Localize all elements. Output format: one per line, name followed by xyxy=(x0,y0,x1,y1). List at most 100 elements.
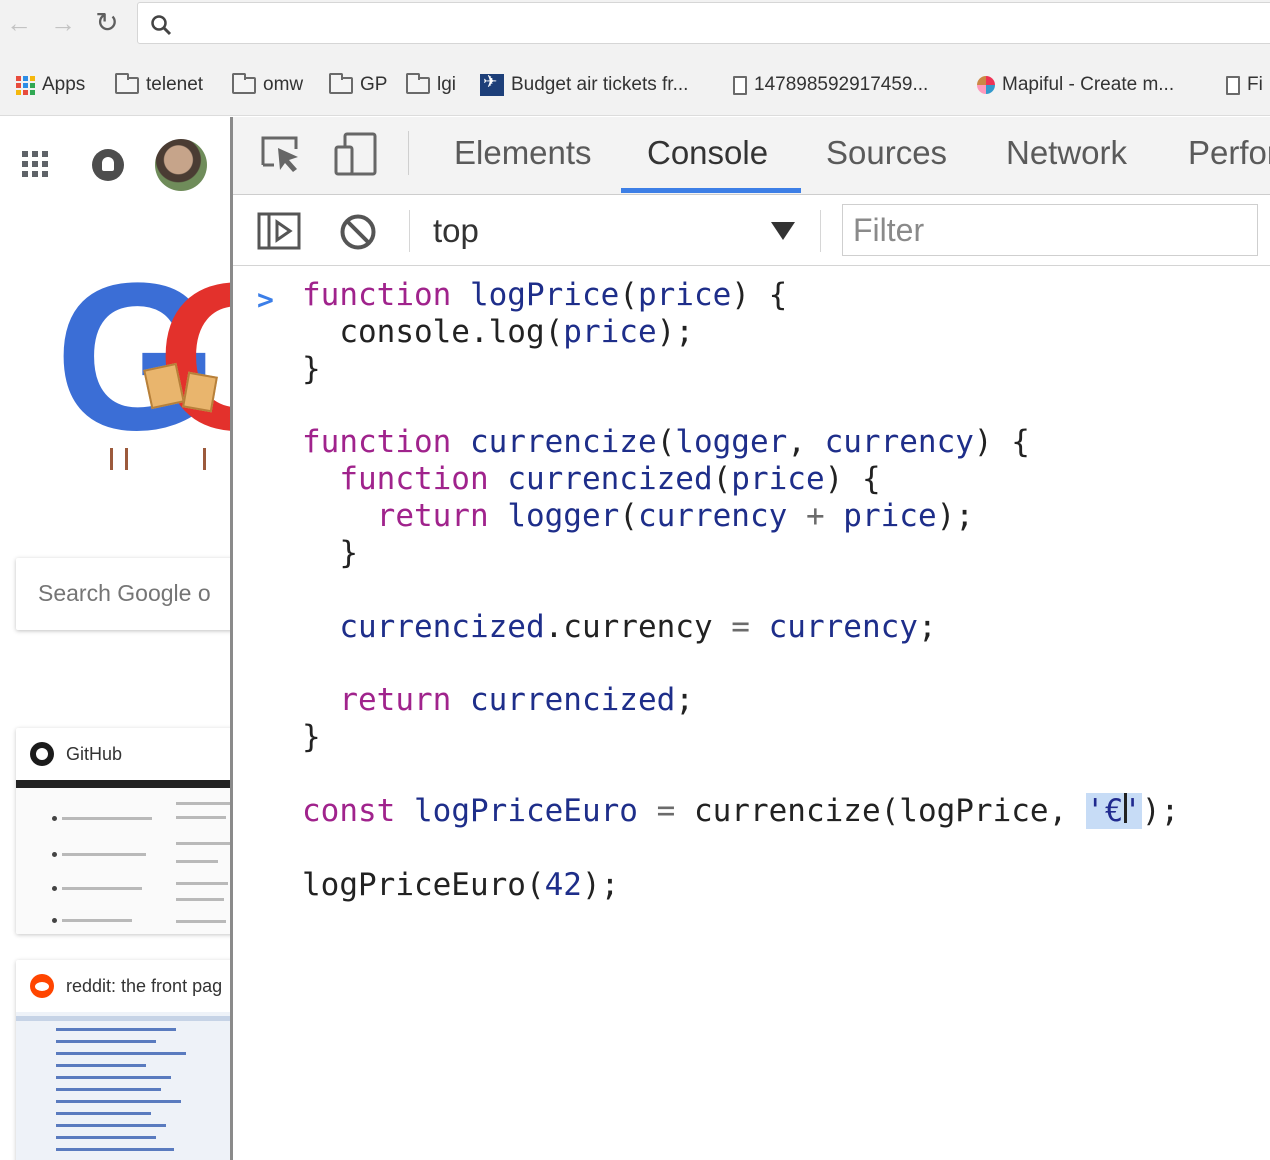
text-cursor xyxy=(1124,793,1127,823)
bookmark-label: Budget air tickets fr... xyxy=(511,74,689,95)
code-token: currency xyxy=(824,424,974,460)
bookmark-fi[interactable]: Fi xyxy=(1226,73,1263,97)
github-icon xyxy=(30,742,54,766)
code-line: } xyxy=(302,535,358,571)
console-filter-input[interactable] xyxy=(842,204,1258,256)
bookmark-label: GP xyxy=(360,74,388,95)
code-line: } xyxy=(302,351,321,387)
code-token: ( xyxy=(656,424,676,460)
code-line: function logPrice(price) { xyxy=(302,277,787,313)
bookmark-lgi[interactable]: lgi xyxy=(406,72,456,97)
code-token: } xyxy=(302,535,358,571)
bookmark-gp[interactable]: GP xyxy=(329,72,388,97)
code-line: currencized.currency = currency; xyxy=(302,609,937,645)
code-token: const xyxy=(302,793,396,829)
most-visited-tile-github[interactable]: GitHub xyxy=(16,728,230,934)
folder-icon xyxy=(232,72,256,94)
notifications-icon[interactable] xyxy=(92,149,124,181)
console-prompt-chevron-icon: > xyxy=(257,283,274,316)
code-token: price xyxy=(843,498,937,534)
search-icon xyxy=(151,15,172,36)
code-token: currencize xyxy=(469,424,657,460)
google-apps-icon[interactable] xyxy=(22,151,48,177)
code-token: ( xyxy=(619,277,638,313)
back-arrow-icon[interactable]: ← xyxy=(4,8,34,38)
devtools-tab-strip: Elements Console Sources Network Perfor xyxy=(233,117,1270,195)
code-token: logPriceEuro xyxy=(414,793,638,829)
code-token: function xyxy=(302,424,452,460)
code-token: ); xyxy=(936,498,974,534)
code-token: ; xyxy=(675,682,694,718)
execution-context-selector[interactable]: top xyxy=(433,212,479,250)
code-token: ); xyxy=(1141,793,1180,829)
code-token: return xyxy=(376,498,489,534)
bookmark-page-1478985929[interactable]: 147898592917459... xyxy=(733,73,928,97)
code-token: console.log( xyxy=(302,314,564,350)
code-token: ) { xyxy=(731,277,788,313)
code-token: logger xyxy=(675,424,788,460)
code-token: ) { xyxy=(824,461,881,497)
address-bar[interactable] xyxy=(137,2,1270,44)
forward-arrow-icon[interactable]: → xyxy=(48,8,78,38)
tile-thumbnail xyxy=(16,1012,230,1160)
bookmark-budget-air-tickets[interactable]: Budget air tickets fr... xyxy=(480,73,688,97)
bookmarks-bar: Apps telenet omw GP lgi Budget air ticke… xyxy=(0,54,1270,116)
code-token: function xyxy=(302,277,452,313)
page-icon xyxy=(1226,75,1240,95)
apps-grid-icon xyxy=(16,75,35,95)
dropdown-caret-icon[interactable] xyxy=(771,222,795,240)
tile-thumbnail xyxy=(16,780,230,934)
active-tab-indicator xyxy=(621,188,801,193)
code-token: 42 xyxy=(544,867,582,903)
code-token: ; xyxy=(917,609,937,645)
most-visited-tile-reddit[interactable]: reddit: the front pag xyxy=(16,960,230,1160)
devtools-panel: Elements Console Sources Network Perfor … xyxy=(230,117,1270,1160)
google-doodle[interactable]: G O xyxy=(55,252,230,477)
code-token: logPrice xyxy=(469,277,620,313)
code-line: return currencized; xyxy=(302,682,694,718)
bookmark-mapiful[interactable]: Mapiful - Create m... xyxy=(977,73,1174,97)
console-sidebar-toggle-icon[interactable] xyxy=(257,212,301,250)
code-token: function xyxy=(339,461,489,497)
code-line: const logPriceEuro = currencize(logPrice… xyxy=(302,793,1179,829)
code-token: currency xyxy=(768,609,918,645)
code-token: currencized xyxy=(507,461,713,497)
clear-console-icon[interactable] xyxy=(339,213,377,251)
code-line: logPriceEuro(42); xyxy=(302,867,619,903)
avatar[interactable] xyxy=(155,139,207,191)
tab-performance[interactable]: Perfor xyxy=(1188,134,1270,172)
toolbar-separator xyxy=(409,210,410,252)
bookmark-label: Apps xyxy=(42,74,86,95)
code-token: ( xyxy=(712,461,732,497)
code-token: + xyxy=(805,498,825,534)
code-line: function currencize(logger, currency) { xyxy=(302,424,1030,460)
google-search-box[interactable]: Search Google o xyxy=(16,558,230,630)
code-token: price xyxy=(563,314,657,350)
tab-console[interactable]: Console xyxy=(647,134,768,172)
inspect-element-icon[interactable] xyxy=(260,135,302,175)
code-token: = xyxy=(731,609,750,645)
plane-icon xyxy=(480,74,504,96)
code-token: price xyxy=(731,461,825,497)
tab-elements[interactable]: Elements xyxy=(454,134,592,172)
reload-icon[interactable]: ↻ xyxy=(92,8,122,38)
tab-network[interactable]: Network xyxy=(1006,134,1127,172)
tab-sources[interactable]: Sources xyxy=(826,134,947,172)
mapiful-icon xyxy=(977,76,995,94)
bookmark-label: Fi xyxy=(1247,74,1263,95)
code-line: } xyxy=(302,719,321,755)
bookmark-telenet[interactable]: telenet xyxy=(115,72,203,97)
code-token: , xyxy=(787,424,825,460)
bookmark-omw[interactable]: omw xyxy=(232,72,303,97)
device-toolbar-icon[interactable] xyxy=(333,131,379,177)
code-token: .currency xyxy=(544,609,732,645)
bookmark-apps[interactable]: Apps xyxy=(16,73,85,97)
console-output[interactable]: > function logPrice(price) { console.log… xyxy=(233,267,1270,1160)
